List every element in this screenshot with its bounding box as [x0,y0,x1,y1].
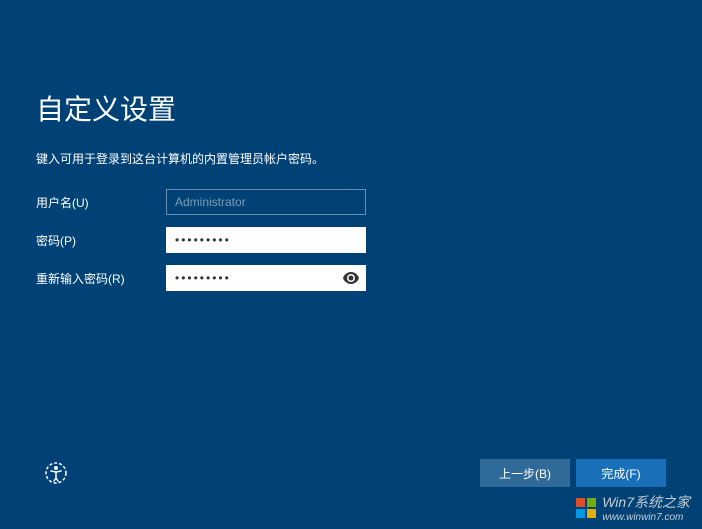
page-subtitle: 键入可用于登录到这台计算机的内置管理员帐户密码。 [36,150,666,167]
ease-of-access-icon [44,461,68,485]
watermark: Win7系统之家 www.winwin7.com [574,492,690,523]
ease-of-access-button[interactable] [42,459,70,487]
watermark-url: www.winwin7.com [602,512,690,523]
password-label: 密码(P) [36,232,166,249]
password-input[interactable] [166,227,366,253]
reenter-password-row: 重新输入密码(R) [36,265,666,291]
username-row: 用户名(U) [36,189,666,215]
windows-logo-icon [574,496,598,520]
username-label: 用户名(U) [36,194,166,211]
setup-panel: 自定义设置 键入可用于登录到这台计算机的内置管理员帐户密码。 用户名(U) 密码… [0,0,702,291]
nav-buttons: 上一步(B) 完成(F) [480,459,666,487]
watermark-text-block: Win7系统之家 www.winwin7.com [602,492,690,523]
eye-icon [343,272,359,284]
password-row: 密码(P) [36,227,666,253]
reenter-password-label: 重新输入密码(R) [36,270,166,287]
username-input[interactable] [166,189,366,215]
finish-button[interactable]: 完成(F) [576,459,666,487]
footer-bar: 上一步(B) 完成(F) [0,459,702,487]
back-button[interactable]: 上一步(B) [480,459,570,487]
reenter-password-input[interactable] [166,265,366,291]
page-title: 自定义设置 [36,88,666,128]
reenter-password-wrapper [166,265,366,291]
reveal-password-icon[interactable] [342,269,360,287]
watermark-title: Win7系统之家 [602,492,690,512]
